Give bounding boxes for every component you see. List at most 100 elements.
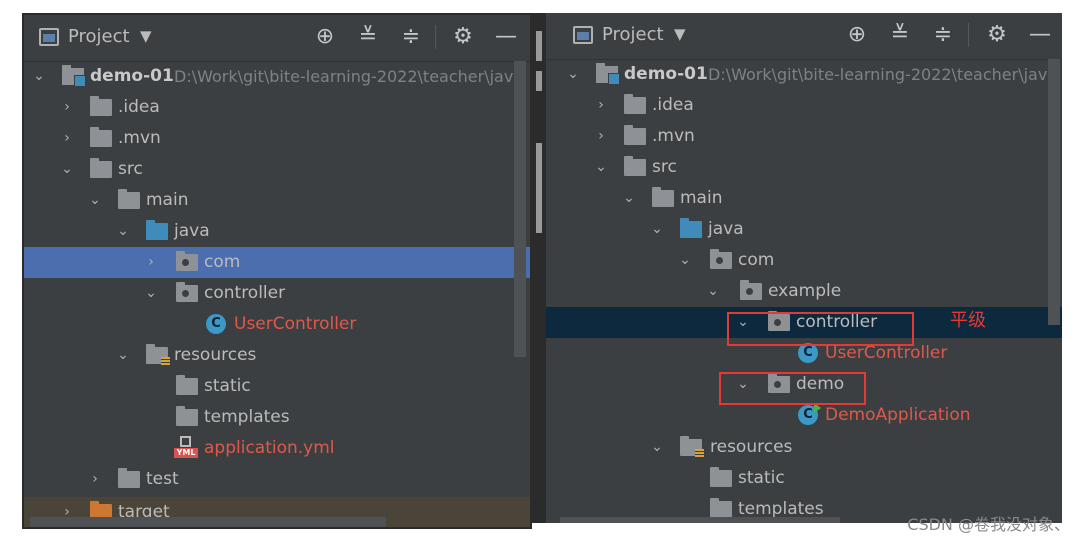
tree-item-controller[interactable]: ⌄ controller	[24, 278, 530, 309]
folder-icon	[624, 125, 646, 145]
tree-item-label: controller	[204, 283, 286, 303]
chevron-right-icon[interactable]: ›	[58, 92, 76, 123]
expand-icon[interactable]: ≑	[397, 23, 425, 51]
horizontal-scrollbar[interactable]	[560, 517, 840, 523]
collapse-all-icon[interactable]: ≚	[354, 23, 382, 51]
folder-icon	[90, 127, 112, 147]
gutter-marker	[536, 71, 542, 91]
tree-item-label: example	[768, 281, 842, 301]
chevron-down-icon[interactable]: ⌄	[114, 216, 132, 247]
chevron-down-icon[interactable]: ⌄	[592, 152, 610, 183]
package-icon	[710, 249, 732, 269]
tree-item-label: .idea	[118, 97, 160, 117]
chevron-down-icon[interactable]: ⌄	[86, 185, 104, 216]
tree-item-demo-01[interactable]: ⌄ demo-01 D:\Work\git\bite-learning-2022…	[546, 59, 1062, 90]
project-title[interactable]: Project	[602, 24, 664, 45]
view-dropdown-icon[interactable]: ▼	[674, 25, 686, 43]
tree-item-resources[interactable]: ⌄ resources	[546, 432, 1062, 463]
tree-item-label: resources	[710, 437, 793, 457]
tree-item-java[interactable]: ⌄ java	[24, 216, 530, 247]
chevron-right-icon[interactable]: ›	[58, 123, 76, 154]
package-icon	[176, 251, 198, 271]
tree-item-label: static	[738, 468, 785, 488]
folder-icon	[90, 96, 112, 116]
folder-icon	[176, 375, 198, 395]
source-folder-icon	[680, 218, 702, 238]
tree-item-src[interactable]: ⌄ src	[24, 154, 530, 185]
watermark: CSDN @卷我没对象、	[907, 515, 1070, 534]
chevron-down-icon[interactable]: ⌄	[648, 432, 666, 463]
project-title[interactable]: Project	[68, 26, 130, 47]
package-icon	[740, 280, 762, 300]
minimize-icon[interactable]: —	[1026, 21, 1054, 49]
chevron-right-icon[interactable]: ›	[592, 121, 610, 152]
minimize-icon[interactable]: —	[492, 23, 520, 51]
folder-icon	[90, 158, 112, 178]
chevron-down-icon[interactable]: ⌄	[564, 59, 582, 90]
folder-icon	[624, 156, 646, 176]
tree-item-application-yml[interactable]: YML application.yml	[24, 433, 530, 464]
tree-item-com[interactable]: ⌄ com	[546, 245, 1062, 276]
project-panel-left: Project ▼ ⊕ ≚ ≑ ⚙ — ⌄ demo-01 D:\Work\gi…	[22, 13, 532, 529]
tree-item-java[interactable]: ⌄ java	[546, 214, 1062, 245]
tree-item-usercontroller[interactable]: C UserController	[24, 309, 530, 340]
chevron-right-icon[interactable]: ›	[142, 247, 160, 278]
tree-item-static[interactable]: static	[546, 463, 1062, 494]
locate-icon[interactable]: ⊕	[311, 23, 339, 51]
tree-item-idea[interactable]: › .idea	[24, 92, 530, 123]
tree-item-label: templates	[204, 407, 290, 427]
collapse-all-icon[interactable]: ≚	[886, 21, 914, 49]
tree-item-label: DemoApplication	[825, 405, 971, 425]
highlight-box-controller	[727, 312, 914, 346]
tree-item-label: application.yml	[204, 438, 335, 458]
tree-item-mvn[interactable]: › .mvn	[546, 121, 1062, 152]
tree-item-main[interactable]: ⌄ main	[24, 185, 530, 216]
folder-icon	[118, 468, 140, 488]
gear-icon[interactable]: ⚙	[983, 21, 1011, 49]
folder-icon	[652, 187, 674, 207]
vertical-scrollbar[interactable]	[1048, 59, 1060, 325]
locate-icon[interactable]: ⊕	[843, 21, 871, 49]
tree-item-example[interactable]: ⌄ example	[546, 276, 1062, 307]
folder-icon	[710, 498, 732, 518]
tree-item-static[interactable]: static	[24, 371, 530, 402]
tree-item-com[interactable]: › com	[24, 247, 530, 278]
tree-item-mvn[interactable]: › .mvn	[24, 123, 530, 154]
chevron-down-icon[interactable]: ⌄	[620, 183, 638, 214]
module-path: D:\Work\git\bite-learning-2022\teacher\j…	[174, 67, 524, 86]
gutter-marker	[536, 143, 542, 233]
class-icon: C	[206, 314, 226, 334]
tree-item-label: demo-01	[90, 66, 174, 86]
tree-item-label: test	[146, 469, 179, 489]
highlight-box-demo	[719, 372, 866, 405]
vertical-scrollbar[interactable]	[514, 61, 526, 357]
tree-item-idea[interactable]: › .idea	[546, 90, 1062, 121]
tree-item-templates[interactable]: templates	[24, 402, 530, 433]
expand-icon[interactable]: ≑	[929, 21, 957, 49]
folder-icon	[710, 467, 732, 487]
chevron-down-icon[interactable]: ⌄	[142, 278, 160, 309]
tree-item-label: src	[118, 159, 143, 179]
tree-item-src[interactable]: ⌄ src	[546, 152, 1062, 183]
chevron-right-icon[interactable]: ›	[592, 90, 610, 121]
tree-item-label: .mvn	[652, 126, 695, 146]
tree-item-main[interactable]: ⌄ main	[546, 183, 1062, 214]
tree-item-label: UserController	[234, 314, 357, 334]
gear-icon[interactable]: ⚙	[449, 23, 477, 51]
chevron-right-icon[interactable]: ›	[86, 464, 104, 495]
view-dropdown-icon[interactable]: ▼	[140, 27, 152, 45]
chevron-down-icon[interactable]: ⌄	[704, 276, 722, 307]
chevron-down-icon[interactable]: ⌄	[676, 245, 694, 276]
tree-item-resources[interactable]: ⌄ resources	[24, 340, 530, 371]
chevron-down-icon[interactable]: ⌄	[648, 214, 666, 245]
chevron-down-icon[interactable]: ⌄	[30, 61, 48, 92]
tree-item-label: .idea	[652, 95, 694, 115]
chevron-down-icon[interactable]: ⌄	[58, 154, 76, 185]
tree-item-test[interactable]: › test	[24, 464, 530, 495]
toolbar-divider	[435, 25, 436, 49]
module-path: D:\Work\git\bite-learning-2022\teacher\j…	[708, 65, 1058, 84]
editor-gutter	[532, 13, 546, 523]
horizontal-scrollbar[interactable]	[30, 517, 386, 527]
tree-item-demo-01[interactable]: ⌄ demo-01 D:\Work\git\bite-learning-2022…	[24, 61, 530, 92]
chevron-down-icon[interactable]: ⌄	[114, 340, 132, 371]
